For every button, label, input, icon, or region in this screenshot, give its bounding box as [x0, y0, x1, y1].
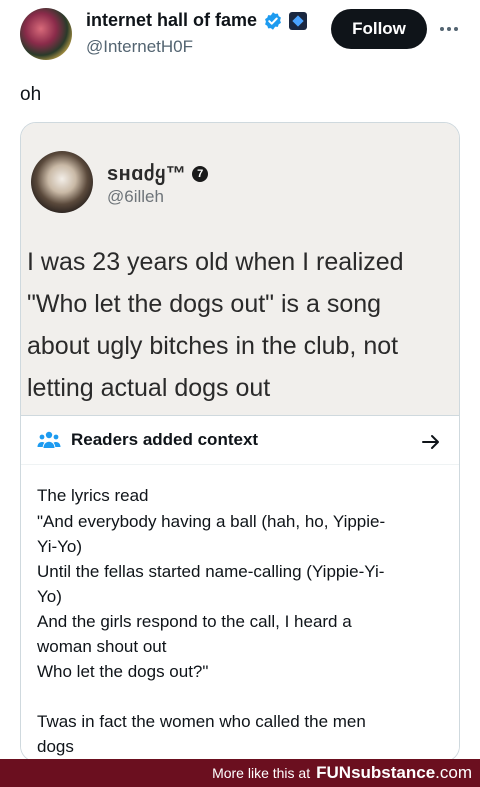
brand-suffix: .com	[435, 763, 472, 782]
embedded-line: I was 23 years old when I realized	[27, 248, 404, 276]
author-display-name[interactable]: internet hall of fame	[86, 10, 257, 31]
context-divider	[21, 464, 459, 465]
context-line: "And everybody having a ball (hah, ho, Y…	[37, 512, 386, 531]
context-line: Twas in fact the women who called the me…	[37, 712, 366, 731]
embedded-badge: 7	[192, 165, 209, 182]
author-avatar[interactable]	[20, 8, 72, 60]
embedded-display-name: sʜɑძყ™	[107, 163, 187, 185]
watermark-footer: More like this at FUNsubstance.com	[0, 759, 480, 787]
verified-badge-icon	[265, 11, 281, 30]
embedded-avatar	[31, 151, 93, 213]
context-line: woman shout out	[37, 637, 167, 656]
tweet-header: internet hall of fame @InternetH0F Follo…	[0, 0, 480, 70]
embedded-handle: @6illeh	[107, 187, 164, 206]
context-title: Readers added context	[71, 430, 259, 449]
embedded-tweet-text: I was 23 years old when I realized "Who …	[27, 241, 457, 409]
context-line: Until the fellas started name-calling (Y…	[37, 562, 385, 581]
footer-brand: FUNsubstance.com	[316, 763, 472, 783]
people-icon	[37, 431, 61, 448]
embedded-line: "Who let the dogs out" is a song	[27, 290, 382, 318]
arrow-right-icon[interactable]	[421, 432, 441, 452]
brand-light: substance	[351, 763, 436, 782]
affiliate-badge-icon	[289, 11, 308, 30]
context-line: And the girls respond to the call, I hea…	[37, 612, 352, 631]
context-header: Readers added context	[37, 430, 258, 450]
context-line: Who let the dogs out?"	[37, 662, 209, 681]
author-handle[interactable]: @InternetH0F	[86, 37, 193, 57]
context-line: Yo)	[37, 587, 62, 606]
embedded-tweet-image[interactable]: sʜɑძყ™ 7 @6illeh I was 23 years old when…	[21, 123, 459, 415]
brand-bold: FUN	[316, 763, 352, 782]
context-line: Yi-Yo)	[37, 537, 83, 556]
tweet-text: oh	[20, 84, 42, 105]
media-card[interactable]: sʜɑძყ™ 7 @6illeh I was 23 years old when…	[20, 122, 460, 762]
embedded-line: letting actual dogs out	[27, 374, 271, 402]
embedded-name-row: sʜɑძყ™ 7	[107, 161, 209, 186]
follow-button[interactable]: Follow	[331, 9, 427, 49]
more-options-icon[interactable]	[440, 20, 458, 38]
footer-text: More like this at	[212, 765, 311, 781]
author-name-row: internet hall of fame	[86, 10, 308, 31]
embedded-line: about ugly bitches in the club, not	[27, 332, 399, 360]
context-line: dogs	[37, 737, 74, 756]
context-line: The lyrics read	[37, 486, 149, 505]
readers-context-panel[interactable]: Readers added context The lyrics read "A…	[21, 415, 459, 761]
